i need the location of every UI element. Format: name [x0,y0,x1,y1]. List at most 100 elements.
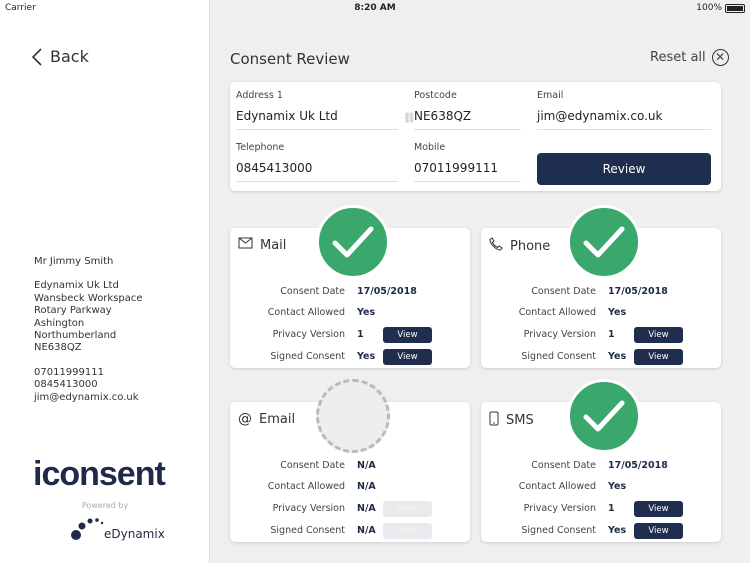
signed-consent-row: Signed Consent Yes View [481,349,721,365]
status-circle [316,205,390,279]
contact-name: Mr Jimmy Smith [34,256,114,267]
consent-date-row: Consent Date N/A [230,458,470,474]
view-signed-button[interactable]: View [634,349,683,365]
row-value: Yes [608,351,627,362]
card-title: Mail [260,237,287,253]
contact-email: jim@edynamix.co.uk [34,391,139,403]
card-header: Mail [238,237,286,253]
reset-all-button[interactable]: Reset all ✕ [650,49,729,66]
row-label: Contact Allowed [267,307,345,318]
consent-card-phone: Phone Consent Date 17/05/2018 Contact All… [481,205,721,368]
view-privacy-button[interactable]: View [383,501,432,517]
row-value: 1 [608,329,615,340]
battery-icon [725,3,745,13]
row-label: Signed Consent [521,525,596,536]
sidebar: Back Mr Jimmy Smith Edynamix Uk Ltd Wans… [0,0,210,563]
iconsent-logo: iconsent [33,455,166,493]
field-label: Email [537,90,564,101]
row-label: Contact Allowed [267,481,345,492]
review-button[interactable]: Review [537,153,711,185]
address-line: Northumberland [34,330,117,342]
view-signed-button[interactable]: View [383,349,432,365]
envelope-icon [238,237,253,253]
view-signed-button[interactable]: View [634,523,683,539]
status-circle [567,205,641,279]
row-value: 17/05/2018 [608,460,668,471]
view-privacy-button[interactable]: View [634,501,683,517]
reset-label: Reset all [650,50,706,65]
field-label: Postcode [414,90,457,101]
contact-mobile: 07011999111 [34,366,104,378]
row-value: N/A [357,481,376,492]
page-title: Consent Review [230,50,350,68]
contact-address: Edynamix Uk Ltd Wansbeck Workspace Rotar… [34,280,143,354]
card-header: SMS [489,411,534,430]
row-label: Consent Date [531,286,596,297]
view-privacy-button[interactable]: View [634,327,683,343]
mobile-input[interactable]: 07011999111 [414,161,521,182]
signed-consent-row: Signed Consent N/A View [230,523,470,539]
view-privacy-button[interactable]: View [383,327,432,343]
row-label: Contact Allowed [518,307,596,318]
brand-name: eDynamix [104,527,165,541]
privacy-version-row: Privacy Version N/A View [230,501,470,517]
consent-date-row: Consent Date 17/05/2018 [481,458,721,474]
email-field[interactable]: Email jim@edynamix.co.uk [537,90,711,130]
link-icon: ⛓ [403,113,416,124]
powered-by: Powered by [81,501,129,510]
mobile-field[interactable]: Mobile 07011999111 [414,142,521,182]
address-line: Rotary Parkway [34,305,112,317]
row-value: 17/05/2018 [357,286,417,297]
row-value: 1 [357,329,364,340]
row-value: N/A [357,525,376,536]
postcode-field[interactable]: Postcode NE638QZ [414,90,521,130]
contact-allowed-row: Contact Allowed Yes [481,305,721,321]
checkmark-icon [583,400,625,432]
battery: 100% [696,3,745,13]
row-label: Privacy Version [272,329,345,340]
field-label: Mobile [414,142,446,153]
card-title: Phone [510,238,551,254]
signed-consent-row: Signed Consent Yes View [481,523,721,539]
address-line: Edynamix Uk Ltd [34,280,119,292]
consent-card-sms: SMS Consent Date 17/05/2018 Contact Allow… [481,379,721,542]
row-label: Signed Consent [270,351,345,362]
postcode-input[interactable]: NE638QZ [414,109,521,130]
telephone-input[interactable]: 0845413000 [236,161,398,182]
consent-card-email: @ Email Consent Date N/A Contact Allowed N/… [230,379,470,542]
contact-telephone: 0845413000 [34,379,98,391]
row-value: Yes [608,307,627,318]
row-value: 17/05/2018 [608,286,668,297]
privacy-version-row: Privacy Version 1 View [481,327,721,343]
row-value: Yes [608,525,627,536]
contact-phones: 07011999111 0845413000 jim@edynamix.co.u… [34,367,143,404]
row-label: Privacy Version [523,329,596,340]
card-header: Phone [489,237,550,255]
status-bar: Carrier 8:20 AM 100% [0,0,750,16]
address1-input[interactable]: Edynamix Uk Ltd [236,109,398,130]
consent-date-row: Consent Date 17/05/2018 [230,284,470,300]
row-label: Consent Date [531,460,596,471]
row-value: Yes [357,307,376,318]
view-signed-button[interactable]: View [383,523,432,539]
privacy-version-row: Privacy Version 1 View [481,501,721,517]
time: 8:20 AM [354,3,396,13]
edynamix-logo: eDynamix [70,515,165,541]
privacy-version-row: Privacy Version 1 View [230,327,470,343]
back-button[interactable]: Back [32,47,89,66]
address-line: Ashington [34,317,85,329]
telephone-field[interactable]: Telephone 0845413000 [236,142,398,182]
contact-form: Address 1 Edynamix Uk Ltd Postcode NE638QZ… [230,82,721,191]
row-value: Yes [357,351,376,362]
address1-field[interactable]: Address 1 Edynamix Uk Ltd [236,90,398,130]
row-label: Contact Allowed [518,481,596,492]
mobile-icon [489,411,499,430]
close-circle-icon: ✕ [711,49,729,66]
row-label: Signed Consent [521,351,596,362]
status-circle [567,379,641,453]
address-line: NE638QZ [34,342,82,354]
row-label: Consent Date [280,286,345,297]
email-input[interactable]: jim@edynamix.co.uk [537,109,711,130]
contact-allowed-row: Contact Allowed Yes [481,479,721,495]
row-label: Consent Date [280,460,345,471]
